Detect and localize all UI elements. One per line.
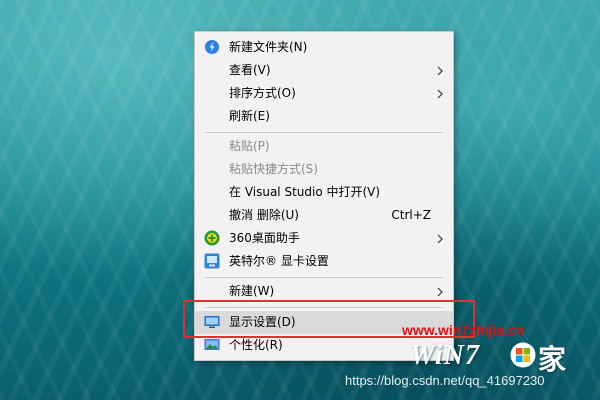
intel-graphics-icon xyxy=(204,253,220,269)
menu-separator xyxy=(205,277,443,278)
site-url-watermark: www.win7zhijia.cn xyxy=(402,322,525,338)
360-desktop-icon xyxy=(204,230,220,246)
menu-item-label: 粘贴快捷方式(S) xyxy=(229,162,318,176)
menu-item-360-desktop-assistant[interactable]: 360桌面助手 xyxy=(195,227,453,250)
submenu-arrow-icon xyxy=(437,287,443,297)
menu-item-new-folder[interactable]: 新建文件夹(N) xyxy=(195,36,453,59)
submenu-arrow-icon xyxy=(437,234,443,244)
personalize-icon xyxy=(204,339,220,350)
menu-item-view[interactable]: 查看(V) xyxy=(195,59,453,82)
menu-item-sort-by[interactable]: 排序方式(O) xyxy=(195,82,453,105)
menu-item-label: 刷新(E) xyxy=(229,109,270,123)
csdn-watermark: https://blog.csdn.net/qq_41697230 xyxy=(345,373,545,388)
menu-item-open-in-visual-studio[interactable]: 在 Visual Studio 中打开(V) xyxy=(195,181,453,204)
menu-separator xyxy=(205,132,443,133)
menu-item-label: 英特尔® 显卡设置 xyxy=(229,254,329,268)
windows-flag-icon xyxy=(510,342,536,368)
menu-item-refresh[interactable]: 刷新(E) xyxy=(195,105,453,128)
logo-text: WiN7 xyxy=(410,340,480,371)
menu-item-label: 新建文件夹(N) xyxy=(229,40,308,54)
menu-item-label: 查看(V) xyxy=(229,63,271,77)
menu-item-label: 360桌面助手 xyxy=(229,231,300,245)
submenu-arrow-icon xyxy=(437,66,443,76)
logo-char: 家 xyxy=(538,343,567,376)
menu-item-undo-delete[interactable]: 撤消 删除(U) Ctrl+Z xyxy=(195,204,453,227)
menu-item-paste[interactable]: 粘贴(P) xyxy=(195,135,453,158)
menu-item-shortcut: Ctrl+Z xyxy=(391,208,431,222)
menu-item-paste-shortcut[interactable]: 粘贴快捷方式(S) xyxy=(195,158,453,181)
submenu-arrow-icon xyxy=(437,89,443,99)
win7-site-logo: WiN7 家 xyxy=(410,340,575,376)
menu-item-intel-graphics-settings[interactable]: 英特尔® 显卡设置 xyxy=(195,250,453,273)
menu-item-label: 撤消 删除(U) xyxy=(229,208,299,222)
menu-item-label: 粘贴(P) xyxy=(229,139,270,153)
baidu-netdisk-icon xyxy=(205,40,219,54)
menu-item-label: 在 Visual Studio 中打开(V) xyxy=(229,185,381,199)
menu-item-label: 排序方式(O) xyxy=(229,86,296,100)
